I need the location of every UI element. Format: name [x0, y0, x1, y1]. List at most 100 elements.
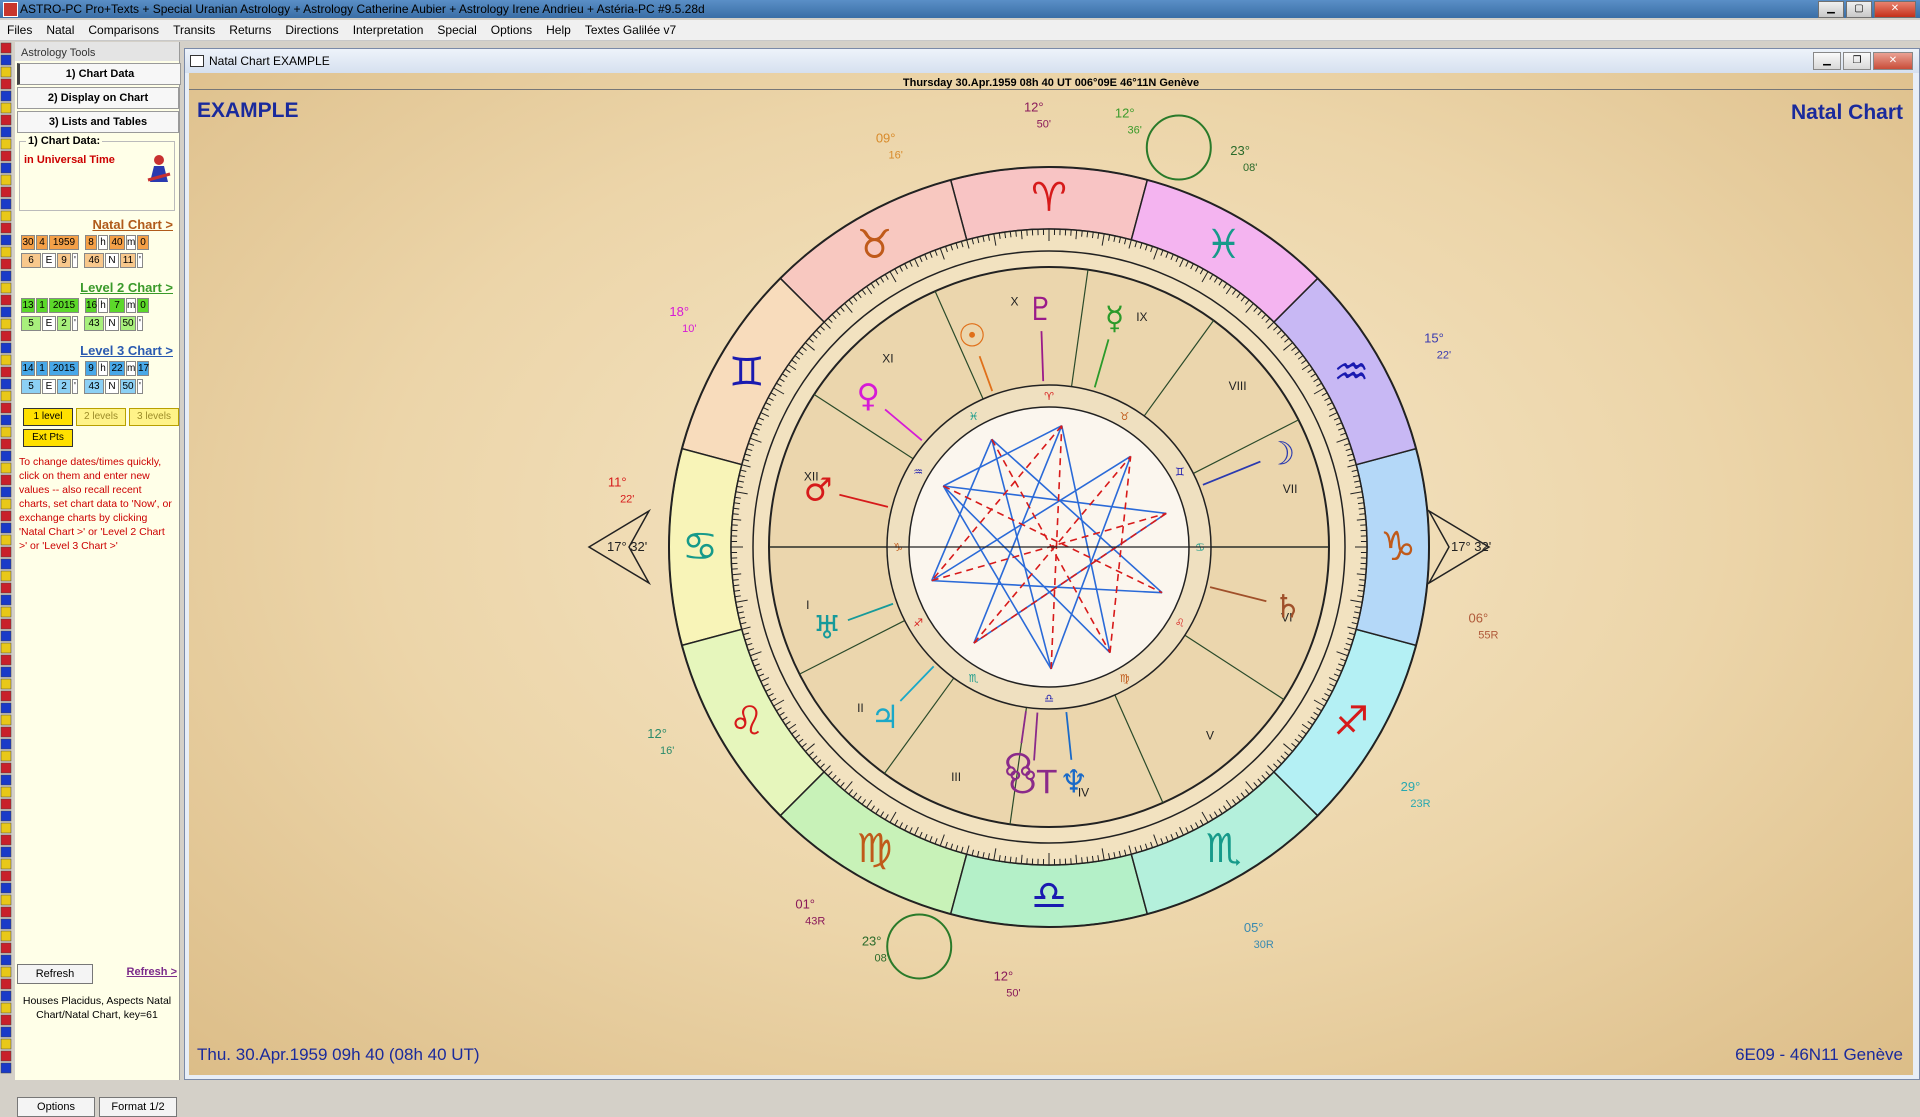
- level3-lon-deg[interactable]: 5: [21, 379, 41, 394]
- menu-interpretation[interactable]: Interpretation: [346, 23, 431, 37]
- natal-lon-dir[interactable]: E: [42, 253, 56, 268]
- options-button[interactable]: Options: [17, 1097, 95, 1117]
- degree-tick: [1016, 857, 1017, 863]
- sign-glyph: ♑: [1380, 524, 1416, 570]
- palette-swatch: [1, 163, 11, 173]
- natal-wheel[interactable]: ♈♉♊♋♌♍♎♏♐♑♒♓IIIIIIIVVVIVIIVIIIIXXXIXII♈♉…: [189, 73, 1913, 1075]
- refresh-button[interactable]: Refresh: [17, 964, 93, 984]
- level2-lon-deg[interactable]: 5: [21, 316, 41, 331]
- menu-directions[interactable]: Directions: [278, 23, 345, 37]
- level3-lat-min[interactable]: 50: [120, 379, 136, 394]
- level2-year[interactable]: 2015: [49, 298, 79, 313]
- natal-minute[interactable]: 40: [109, 235, 125, 250]
- palette-swatch: [1, 415, 11, 425]
- color-palette-strip[interactable]: [0, 42, 14, 1080]
- cusp-minutes: 43R: [805, 915, 825, 927]
- palette-swatch: [1, 271, 11, 281]
- natal-lat-apos: ': [137, 253, 143, 268]
- level3-minute[interactable]: 22: [109, 361, 125, 376]
- lists-and-tables-button[interactable]: 3) Lists and Tables: [17, 111, 179, 133]
- refresh-link[interactable]: Refresh >: [127, 964, 177, 978]
- format-button[interactable]: Format 1/2: [99, 1097, 177, 1117]
- menu-comparisons[interactable]: Comparisons: [81, 23, 166, 37]
- child-restore-button[interactable]: ❐: [1843, 52, 1871, 70]
- menu-bar: Files Natal Comparisons Transits Returns…: [0, 20, 1920, 41]
- close-button[interactable]: ✕: [1874, 1, 1916, 18]
- level2-lat-deg[interactable]: 43: [84, 316, 104, 331]
- palette-swatch: [1, 667, 11, 677]
- level3-second[interactable]: 17: [137, 361, 149, 376]
- level2-minute[interactable]: 7: [109, 298, 125, 313]
- natal-chart-link[interactable]: Natal Chart >: [15, 217, 179, 232]
- cusp-minutes: 36': [1128, 125, 1142, 137]
- natal-lon-deg[interactable]: 6: [21, 253, 41, 268]
- chart-data-button[interactable]: 1) Chart Data: [17, 63, 181, 85]
- level2-lon-dir[interactable]: E: [42, 316, 56, 331]
- planet-glyph-saturn: ♄: [1273, 588, 1302, 626]
- level2-lat-min[interactable]: 50: [120, 316, 136, 331]
- palette-swatch: [1, 691, 11, 701]
- degree-tick: [1082, 857, 1083, 863]
- menu-transits[interactable]: Transits: [166, 23, 222, 37]
- chart-canvas[interactable]: Thursday 30.Apr.1959 08h 40 UT 006°09E 4…: [189, 73, 1913, 1075]
- natal-second[interactable]: 0: [137, 235, 149, 250]
- natal-lat-min[interactable]: 11: [120, 253, 136, 268]
- natal-lat-deg[interactable]: 46: [84, 253, 104, 268]
- three-levels-button[interactable]: 3 levels: [129, 408, 179, 426]
- palette-swatch: [1, 607, 11, 617]
- level3-lon-dir[interactable]: E: [42, 379, 56, 394]
- menu-special[interactable]: Special: [430, 23, 483, 37]
- child-close-button[interactable]: ✕: [1873, 52, 1913, 70]
- level2-lat-dir[interactable]: N: [105, 316, 119, 331]
- level3-day[interactable]: 14: [21, 361, 35, 376]
- level3-lon-min[interactable]: 2: [57, 379, 71, 394]
- palette-swatch: [1, 283, 11, 293]
- natal-lon-min[interactable]: 9: [57, 253, 71, 268]
- natal-lat-dir[interactable]: N: [105, 253, 119, 268]
- palette-swatch: [1, 703, 11, 713]
- inner-sign-glyph: ♉: [1120, 410, 1130, 423]
- maximize-button[interactable]: ▢: [1846, 1, 1872, 18]
- menu-files[interactable]: Files: [0, 23, 39, 37]
- level2-chart-link[interactable]: Level 2 Chart >: [15, 280, 179, 295]
- level3-hour[interactable]: 9: [85, 361, 97, 376]
- level2-lon-min[interactable]: 2: [57, 316, 71, 331]
- palette-swatch: [1, 751, 11, 761]
- ext-pts-button[interactable]: Ext Pts: [23, 429, 73, 447]
- display-on-chart-button[interactable]: 2) Display on Chart: [17, 87, 179, 109]
- menu-returns[interactable]: Returns: [222, 23, 278, 37]
- natal-day[interactable]: 30: [21, 235, 35, 250]
- level2-day[interactable]: 13: [21, 298, 35, 313]
- level2-hour[interactable]: 16: [85, 298, 97, 313]
- menu-help[interactable]: Help: [539, 23, 578, 37]
- minimize-button[interactable]: ▁: [1818, 1, 1844, 18]
- person-icon[interactable]: [146, 154, 172, 184]
- menu-options[interactable]: Options: [484, 23, 539, 37]
- natal-hour[interactable]: 8: [85, 235, 97, 250]
- level2-lon-apos: ': [72, 316, 78, 331]
- level2-second[interactable]: 0: [137, 298, 149, 313]
- natal-year[interactable]: 1959: [49, 235, 79, 250]
- level3-chart-link[interactable]: Level 3 Chart >: [15, 343, 179, 358]
- cusp-minutes: 50': [1006, 988, 1020, 1000]
- one-level-button[interactable]: 1 level: [23, 408, 73, 426]
- level3-month[interactable]: 1: [36, 361, 48, 376]
- level3-year[interactable]: 2015: [49, 361, 79, 376]
- two-levels-button[interactable]: 2 levels: [76, 408, 126, 426]
- level2-month[interactable]: 1: [36, 298, 48, 313]
- level3-lat-deg[interactable]: 43: [84, 379, 104, 394]
- house-number: XI: [882, 351, 893, 365]
- level2-lat-apos: ': [137, 316, 143, 331]
- menu-natal[interactable]: Natal: [39, 23, 81, 37]
- menu-textes-galilee[interactable]: Textes Galilée v7: [578, 23, 683, 37]
- cusp-degree: 06°: [1469, 611, 1489, 626]
- child-titlebar: Natal Chart EXAMPLE ▁ ❐ ✕: [185, 49, 1919, 73]
- degree-tick: [1082, 231, 1083, 237]
- refresh-area: Refresh Refresh > Houses Placidus, Aspec…: [17, 964, 177, 1022]
- natal-date-row: 30 4 1959 8 h 40 m 0: [15, 235, 179, 250]
- child-minimize-button[interactable]: ▁: [1813, 52, 1841, 70]
- natal-month[interactable]: 4: [36, 235, 48, 250]
- house-number: I: [806, 598, 809, 612]
- planet-glyph-pluto: ♇: [1026, 290, 1055, 328]
- level3-lat-dir[interactable]: N: [105, 379, 119, 394]
